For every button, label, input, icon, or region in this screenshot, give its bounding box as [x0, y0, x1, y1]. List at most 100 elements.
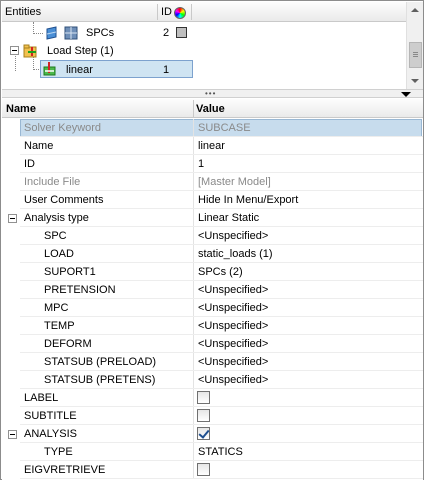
property-row[interactable]: ANALYSIS	[2, 425, 423, 443]
property-row[interactable]: SPC <Unspecified>	[2, 227, 423, 245]
panel-splitter[interactable]: •••	[2, 89, 423, 98]
property-name: LABEL	[24, 392, 59, 404]
property-name: STATSUB (PRETENS)	[44, 374, 156, 386]
property-value[interactable]: <Unspecified>	[198, 374, 268, 386]
property-checkbox[interactable]	[197, 427, 210, 440]
property-row[interactable]: LOAD static_loads (1)	[2, 245, 423, 263]
property-row[interactable]: Include File [Master Model]	[2, 173, 423, 191]
property-row[interactable]: Name linear	[2, 137, 423, 155]
tree-item-spcs[interactable]: SPCs 2	[2, 24, 402, 42]
property-row[interactable]: ID 1	[2, 155, 423, 173]
property-row[interactable]: TYPE STATICS	[2, 443, 423, 461]
property-row[interactable]: PRETENSION <Unspecified>	[2, 281, 423, 299]
property-value[interactable]: SPCs (2)	[198, 266, 243, 278]
property-grid-header: Name Value	[2, 99, 423, 118]
property-name: PRETENSION	[44, 284, 116, 296]
property-row[interactable]: MPC <Unspecified>	[2, 299, 423, 317]
tree-item-load-step[interactable]: Load Step (1)	[2, 42, 402, 60]
grip-line	[413, 56, 418, 57]
property-row[interactable]: User Comments Hide In Menu/Export	[2, 191, 423, 209]
property-row[interactable]: STATSUB (PRETENS) <Unspecified>	[2, 371, 423, 389]
property-name: DEFORM	[44, 338, 92, 350]
property-row[interactable]: SUPORT1 SPCs (2)	[2, 263, 423, 281]
column-divider	[193, 209, 194, 227]
id-column-header[interactable]: ID	[161, 6, 172, 18]
property-value[interactable]: <Unspecified>	[198, 230, 268, 242]
property-name: MPC	[44, 302, 69, 314]
tree-item-label: SPCs	[86, 27, 115, 39]
collapse-icon[interactable]	[8, 214, 17, 223]
property-row[interactable]: STATSUB (PRELOAD) <Unspecified>	[2, 353, 423, 371]
name-column-header[interactable]: Name	[6, 103, 36, 115]
grip-line	[413, 54, 418, 55]
scroll-up-button[interactable]	[407, 2, 423, 19]
property-value[interactable]: Hide In Menu/Export	[198, 194, 298, 206]
column-divider	[193, 137, 194, 155]
entities-column-header[interactable]: Entities	[5, 6, 41, 18]
property-checkbox[interactable]	[197, 409, 210, 422]
property-value[interactable]: <Unspecified>	[198, 356, 268, 368]
property-value[interactable]: <Unspecified>	[198, 284, 268, 296]
property-value[interactable]: <Unspecified>	[198, 302, 268, 314]
load-step-folder-icon	[23, 44, 37, 58]
color-wheel-icon[interactable]	[174, 7, 186, 19]
tree-item-linear[interactable]	[40, 60, 193, 78]
column-divider	[193, 335, 194, 353]
property-value[interactable]: SUBCASE	[198, 122, 251, 134]
tree-item-id: 2	[163, 27, 170, 39]
property-row[interactable]: TEMP <Unspecified>	[2, 317, 423, 335]
column-divider	[193, 407, 194, 425]
vertical-scrollbar[interactable]	[406, 2, 423, 89]
column-divider	[193, 191, 194, 209]
column-divider	[193, 317, 194, 335]
property-row[interactable]: SUBTITLE	[2, 407, 423, 425]
column-divider[interactable]	[193, 100, 194, 117]
property-value[interactable]: STATICS	[198, 446, 243, 458]
dropdown-arrow-icon[interactable]	[401, 92, 411, 97]
property-value[interactable]: linear	[198, 140, 225, 152]
collapse-icon[interactable]	[10, 46, 19, 55]
grip-line	[413, 52, 418, 53]
property-row[interactable]: Analysis type Linear Static	[2, 209, 423, 227]
property-value[interactable]: static_loads (1)	[198, 248, 273, 260]
tree-item-label: linear	[66, 64, 93, 76]
property-name: Include File	[24, 176, 81, 188]
column-divider	[193, 389, 194, 407]
column-divider	[193, 425, 194, 443]
tree-item-label: Load Step (1)	[47, 45, 114, 57]
spc-grid-icon	[64, 26, 78, 40]
property-value[interactable]: 1	[198, 158, 204, 170]
scrollbar-thumb[interactable]	[409, 42, 422, 68]
property-name: SUBTITLE	[24, 410, 77, 422]
property-name: LOAD	[44, 248, 74, 260]
property-name: TYPE	[44, 446, 73, 458]
property-value[interactable]: <Unspecified>	[198, 320, 268, 332]
color-swatch[interactable]	[176, 27, 187, 38]
property-row[interactable]: DEFORM <Unspecified>	[2, 335, 423, 353]
property-value[interactable]: <Unspecified>	[198, 338, 268, 350]
property-checkbox[interactable]	[197, 463, 210, 476]
property-checkbox[interactable]	[197, 391, 210, 404]
column-divider	[193, 263, 194, 281]
column-divider	[193, 173, 194, 191]
entities-tree: Entities ID SPCs 2 Load Step (1) linear …	[2, 2, 423, 89]
column-divider	[193, 245, 194, 263]
hypermesh-entity-editor: Entities ID SPCs 2 Load Step (1) linear …	[0, 0, 424, 480]
property-name: STATSUB (PRELOAD)	[44, 356, 157, 368]
column-divider	[193, 119, 194, 137]
splitter-grip[interactable]: •••	[205, 90, 216, 98]
property-row[interactable]: LABEL	[2, 389, 423, 407]
scroll-down-button[interactable]	[407, 72, 423, 89]
property-name: TEMP	[44, 320, 75, 332]
property-value[interactable]: [Master Model]	[198, 176, 271, 188]
property-row[interactable]: Solver Keyword SUBCASE	[2, 119, 423, 137]
property-row[interactable]: EIGVRETRIEVE	[2, 461, 423, 479]
property-name: User Comments	[24, 194, 104, 206]
property-value[interactable]: Linear Static	[198, 212, 259, 224]
column-divider	[157, 4, 158, 20]
property-name: ANALYSIS	[24, 428, 77, 440]
row-separator	[20, 478, 423, 479]
value-column-header[interactable]: Value	[196, 103, 225, 115]
tree-header: Entities ID	[2, 2, 406, 22]
collapse-icon[interactable]	[8, 430, 17, 439]
